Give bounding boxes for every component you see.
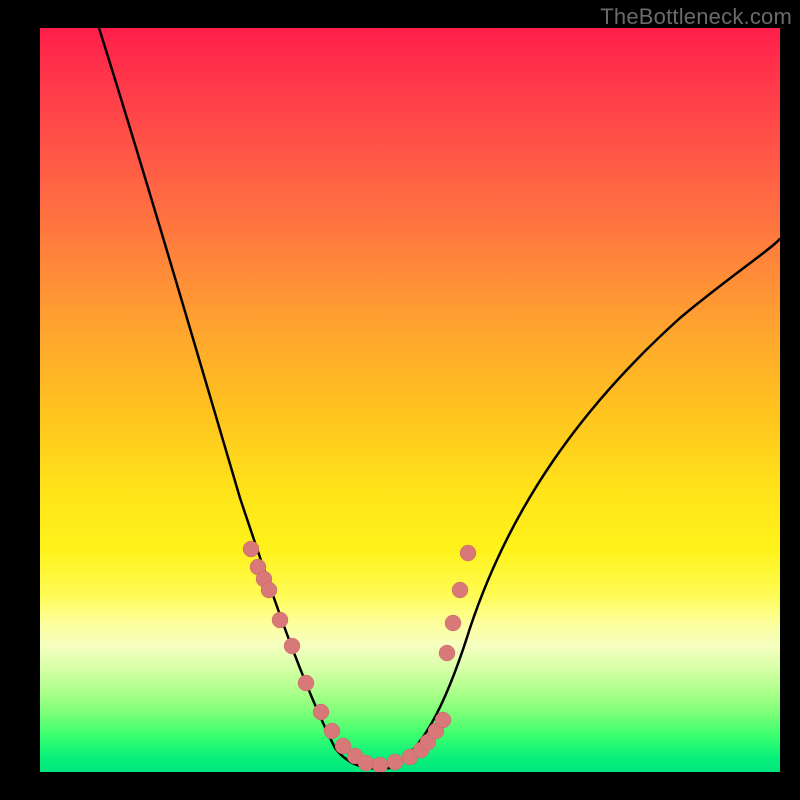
watermark-text: TheBottleneck.com [600,4,792,30]
highlight-dots [243,541,476,772]
chart-plot-area [40,28,780,772]
chart-frame: TheBottleneck.com [0,0,800,800]
curve-path [99,28,780,769]
bottleneck-curve [40,28,780,772]
